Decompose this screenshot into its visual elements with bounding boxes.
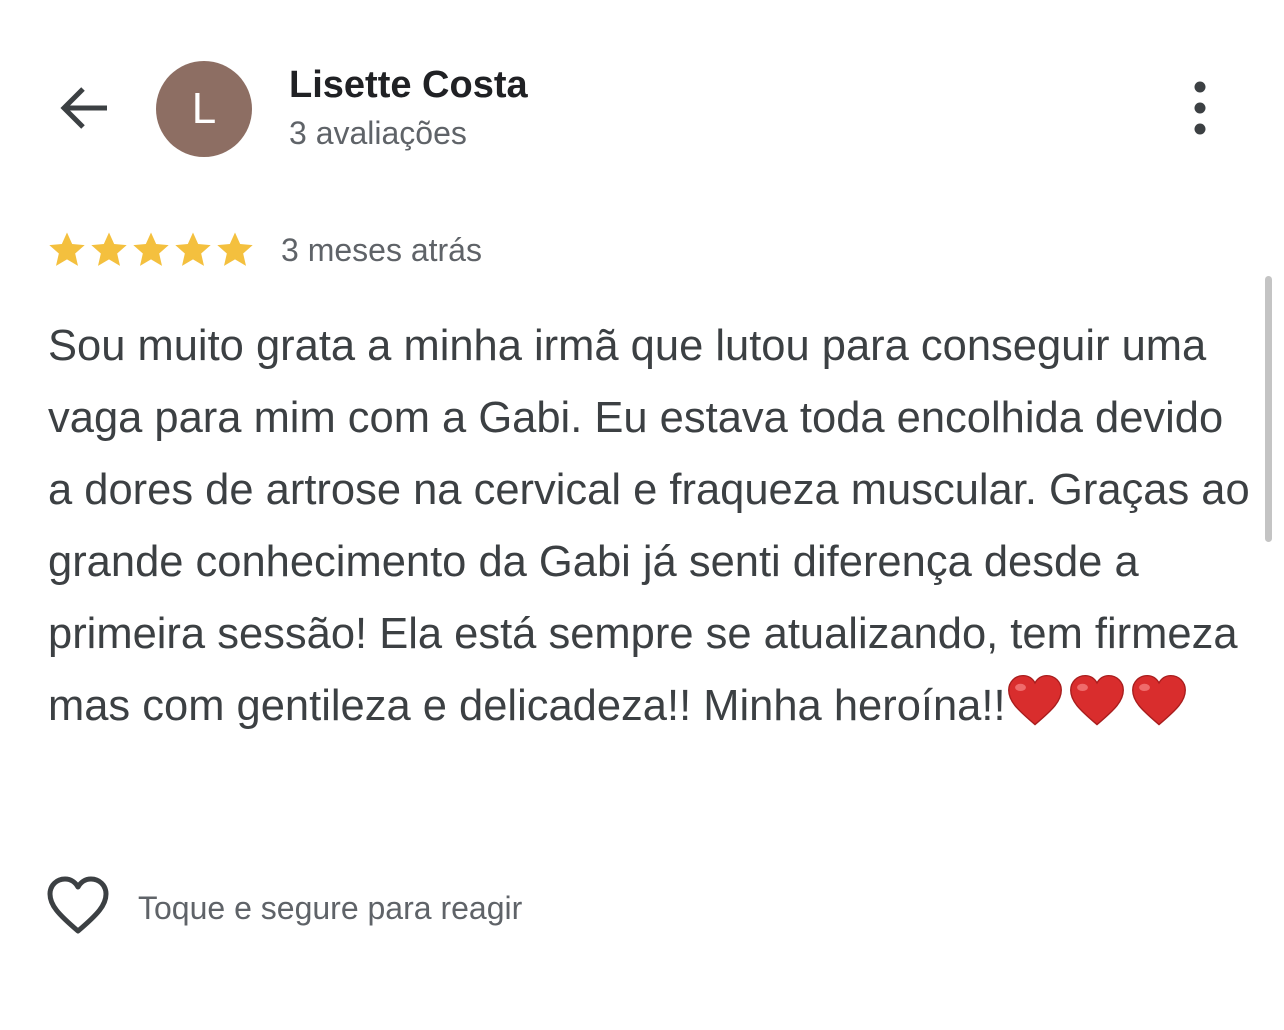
star-icon: [49, 232, 85, 266]
back-button[interactable]: [52, 80, 116, 140]
reviewer-name[interactable]: Lisette Costa: [289, 64, 528, 107]
more-options-button[interactable]: [1176, 80, 1224, 140]
review-date: 3 meses atrás: [281, 231, 482, 268]
avatar-initial: L: [191, 84, 217, 133]
review-body: Sou muito grata a minha irmã que lutou p…: [48, 322, 1250, 730]
red-heart-emoji: [1069, 674, 1124, 726]
react-button[interactable]: Toque e segure para reagir: [46, 876, 522, 940]
star-icon: [91, 232, 127, 266]
red-heart-emoji: [1007, 674, 1062, 726]
review-emoji: [1006, 674, 1192, 730]
react-label: Toque e segure para reagir: [138, 889, 523, 926]
star-icon: [133, 232, 169, 266]
more-vertical-icon: [1194, 81, 1206, 140]
rating-row: 3 meses atrás: [47, 228, 482, 272]
star-rating: [47, 230, 257, 270]
scrollbar[interactable]: [1265, 276, 1272, 542]
star-icon: [217, 232, 253, 266]
reviewer-review-count: 3 avaliações: [289, 115, 467, 151]
avatar[interactable]: L: [156, 61, 252, 157]
heart-outline-icon: [46, 876, 110, 941]
red-heart-emoji: [1131, 674, 1186, 726]
arrow-back-icon: [57, 84, 111, 137]
star-icon: [175, 232, 211, 266]
review-text: Sou muito grata a minha irmã que lutou p…: [48, 310, 1253, 742]
